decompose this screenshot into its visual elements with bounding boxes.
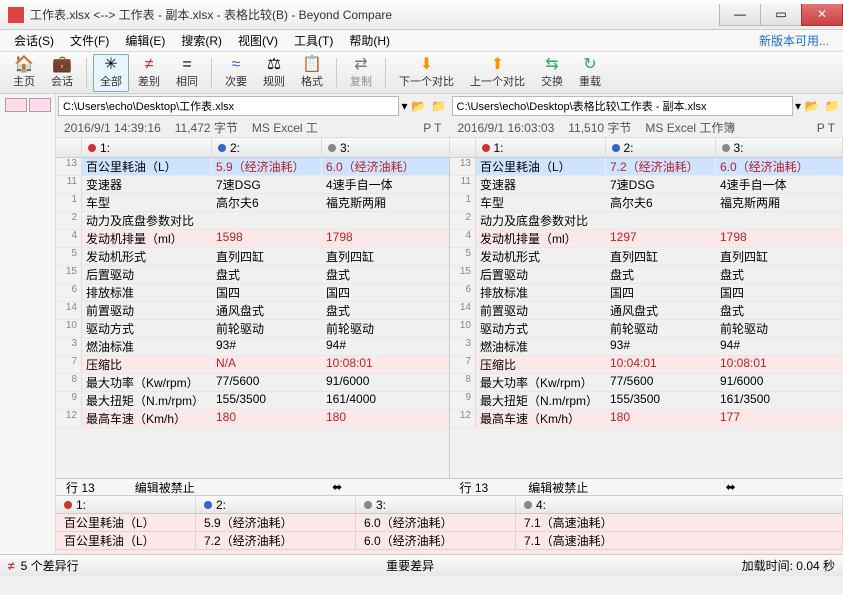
right-pt: P T [817, 121, 835, 135]
table-row[interactable]: 1车型高尔夫6福克斯两厢 [56, 194, 449, 212]
menu-search[interactable]: 搜索(R) [173, 32, 230, 49]
left-pt: P T [423, 121, 441, 135]
right-thumb[interactable] [29, 98, 51, 112]
right-date: 2016/9/1 16:03:03 [458, 121, 555, 135]
window-title: 工作表.xlsx <--> 工作表 - 副本.xlsx - 表格比较(B) - … [30, 6, 720, 23]
table-row[interactable]: 15后置驱动盘式盘式 [56, 266, 449, 284]
left-row-indicator: 行 13 [66, 479, 95, 496]
menubar: 会话(S) 文件(F) 编辑(E) 搜索(R) 视图(V) 工具(T) 帮助(H… [0, 30, 843, 52]
table-row[interactable]: 1车型高尔夫6福克斯两厢 [450, 194, 843, 212]
table-row[interactable]: 13百公里耗油（L）7.2（经济油耗）6.0（经济油耗） [450, 158, 843, 176]
minor-button[interactable]: ≈次要 [218, 54, 254, 92]
table-row[interactable]: 7压缩比N/A10:08:01 [56, 356, 449, 374]
not-equal-icon: ≠ [8, 559, 15, 573]
left-type: MS Excel 工 [252, 119, 318, 136]
menu-edit[interactable]: 编辑(E) [117, 32, 173, 49]
thumbnail-strip [0, 94, 56, 554]
importance-label: 重要差异 [79, 557, 742, 574]
diff-button[interactable]: ≠差别 [131, 54, 167, 92]
minimize-button[interactable]: — [719, 4, 761, 26]
table-row[interactable]: 2动力及底盘参数对比 [56, 212, 449, 230]
open-icon[interactable]: 📁 [430, 97, 448, 115]
detail-row: 百公里耗油（L）7.2（经济油耗）6.0（经济油耗）7.1（高速油耗） [56, 532, 843, 550]
all-button[interactable]: ✳全部 [93, 54, 129, 92]
nextdiff-button[interactable]: ⬇下一个对比 [392, 54, 461, 92]
table-row[interactable]: 14前置驱动通风盘式盘式 [56, 302, 449, 320]
col-header-3[interactable]: 3: [322, 138, 450, 157]
format-button[interactable]: 📋格式 [294, 54, 330, 92]
right-size: 11,510 字节 [568, 119, 631, 136]
col-header-2[interactable]: 2: [212, 138, 322, 157]
menu-tools[interactable]: 工具(T) [286, 32, 341, 49]
table-row[interactable]: 10驱动方式前轮驱动前轮驱动 [56, 320, 449, 338]
update-link[interactable]: 新版本可用... [751, 32, 837, 49]
prevdiff-button[interactable]: ⬆上一个对比 [463, 54, 532, 92]
table-row[interactable]: 10驱动方式前轮驱动前轮驱动 [450, 320, 843, 338]
table-row[interactable]: 8最大功率（Kw/rpm）77/560091/6000 [450, 374, 843, 392]
titlebar: 工作表.xlsx <--> 工作表 - 副本.xlsx - 表格比较(B) - … [0, 0, 843, 30]
col-header-3[interactable]: 3: [716, 138, 843, 157]
home-button[interactable]: 🏠主页 [6, 54, 42, 92]
session-button[interactable]: 💼会话 [44, 54, 80, 92]
right-row-indicator: 行 13 [460, 479, 489, 496]
left-thumb[interactable] [5, 98, 27, 112]
table-row[interactable]: 13百公里耗油（L）5.9（经济油耗）6.0（经济油耗） [56, 158, 449, 176]
right-path-input[interactable] [452, 96, 793, 116]
table-row[interactable]: 4发动机排量（ml）12971798 [450, 230, 843, 248]
table-row[interactable]: 11变速器7速DSG4速手自一体 [56, 176, 449, 194]
reload-button[interactable]: ↻重载 [572, 54, 608, 92]
maximize-button[interactable]: ▭ [760, 4, 802, 26]
dropdown-icon[interactable]: ▾ [795, 99, 801, 113]
menu-session[interactable]: 会话(S) [6, 32, 62, 49]
table-row[interactable]: 4发动机排量（ml）15981798 [56, 230, 449, 248]
statusbar: ≠ 5 个差异行 重要差异 加载时间: 0.04 秒 [0, 554, 843, 576]
open-icon[interactable]: 📁 [823, 97, 841, 115]
browse-icon[interactable]: 📂 [803, 97, 821, 115]
detail-row: 百公里耗油（L）5.9（经济油耗）6.0（经济油耗）7.1（高速油耗） [56, 514, 843, 532]
table-row[interactable]: 9最大扭矩（N.m/rpm）155/3500161/3500 [450, 392, 843, 410]
copy-button[interactable]: ⇄复制 [343, 54, 379, 92]
same-button[interactable]: =相同 [169, 54, 205, 92]
table-row[interactable]: 11变速器7速DSG4速手自一体 [450, 176, 843, 194]
rules-button[interactable]: ⚖规则 [256, 54, 292, 92]
left-date: 2016/9/1 14:39:16 [64, 121, 161, 135]
dropdown-icon[interactable]: ▾ [401, 99, 407, 113]
app-icon [8, 7, 24, 23]
left-size: 11,472 字节 [175, 119, 238, 136]
table-row[interactable]: 7压缩比10:04:0110:08:01 [450, 356, 843, 374]
table-row[interactable]: 8最大功率（Kw/rpm）77/560091/6000 [56, 374, 449, 392]
right-grid[interactable]: 13百公里耗油（L）7.2（经济油耗）6.0（经济油耗）11变速器7速DSG4速… [450, 158, 843, 478]
right-lock-label: 编辑被禁止 [528, 479, 588, 496]
table-row[interactable]: 5发动机形式直列四缸直列四缸 [56, 248, 449, 266]
menu-file[interactable]: 文件(F) [62, 32, 117, 49]
table-row[interactable]: 6排放标准国四国四 [56, 284, 449, 302]
load-time: 加载时间: 0.04 秒 [742, 557, 835, 574]
table-row[interactable]: 2动力及底盘参数对比 [450, 212, 843, 230]
swap-button[interactable]: ⇆交换 [534, 54, 570, 92]
table-row[interactable]: 9最大扭矩（N.m/rpm）155/3500161/4000 [56, 392, 449, 410]
table-row[interactable]: 15后置驱动盘式盘式 [450, 266, 843, 284]
detail-panel: 百公里耗油（L）5.9（经济油耗）6.0（经济油耗）7.1（高速油耗）百公里耗油… [56, 514, 843, 554]
table-row[interactable]: 14前置驱动通风盘式盘式 [450, 302, 843, 320]
col-header-1[interactable]: 1: [476, 138, 606, 157]
browse-icon[interactable]: 📂 [410, 97, 428, 115]
col-header-1[interactable]: 1: [82, 138, 212, 157]
left-grid[interactable]: 13百公里耗油（L）5.9（经济油耗）6.0（经济油耗）11变速器7速DSG4速… [56, 158, 450, 478]
table-row[interactable]: 3燃油标准93#94# [56, 338, 449, 356]
menu-view[interactable]: 视图(V) [230, 32, 286, 49]
left-path-input[interactable] [58, 96, 399, 116]
table-row[interactable]: 5发动机形式直列四缸直列四缸 [450, 248, 843, 266]
table-row[interactable]: 12最高车速（Km/h）180177 [450, 410, 843, 428]
table-row[interactable]: 12最高车速（Km/h）180180 [56, 410, 449, 428]
table-row[interactable]: 6排放标准国四国四 [450, 284, 843, 302]
diff-count: 5 个差异行 [21, 557, 79, 574]
right-type: MS Excel 工作簿 [645, 119, 735, 136]
col-header-2[interactable]: 2: [606, 138, 716, 157]
close-button[interactable]: ✕ [801, 4, 843, 26]
toolbar: 🏠主页 💼会话 ✳全部 ≠差别 =相同 ≈次要 ⚖规则 📋格式 ⇄复制 ⬇下一个… [0, 52, 843, 94]
left-lock-label: 编辑被禁止 [135, 479, 195, 496]
menu-help[interactable]: 帮助(H) [341, 32, 398, 49]
table-row[interactable]: 3燃油标准93#94# [450, 338, 843, 356]
